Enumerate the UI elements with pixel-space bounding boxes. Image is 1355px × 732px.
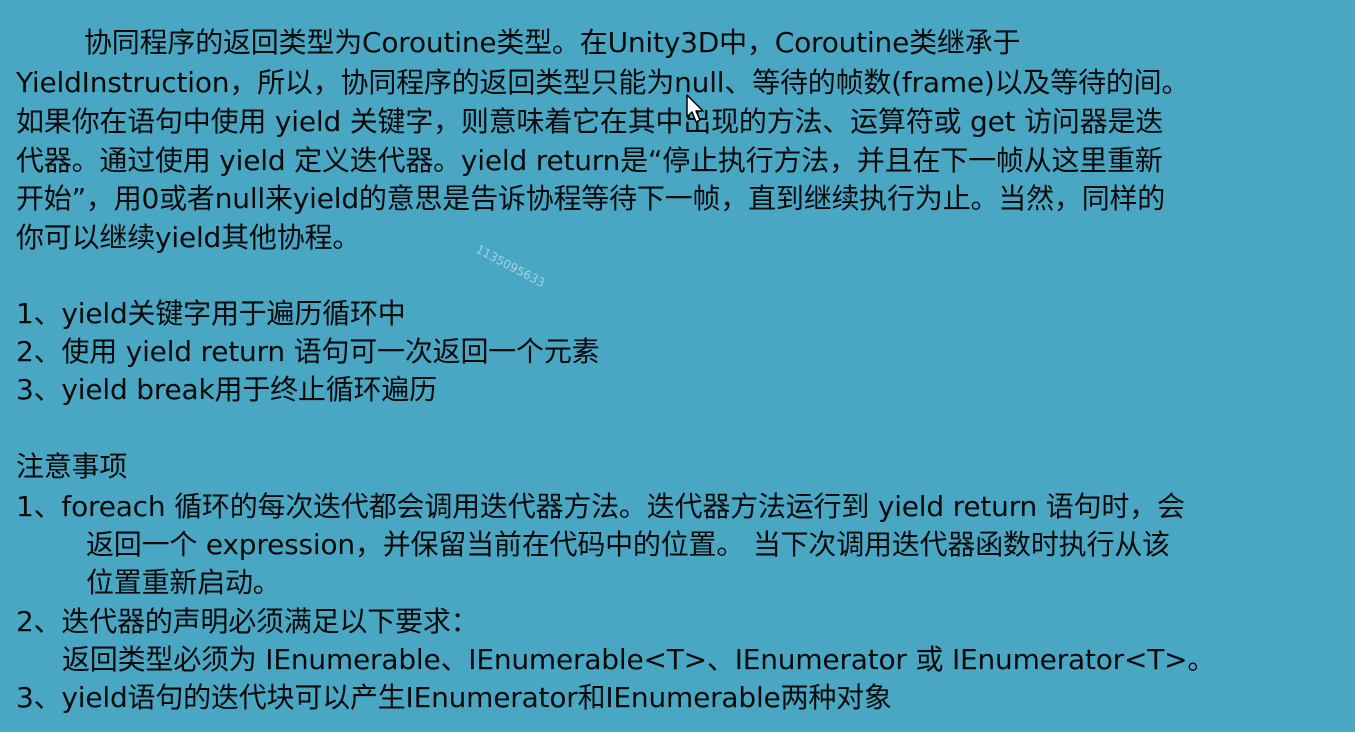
paragraph-line: 开始”，用0或者null来yield的意思是告诉协程等待下一帧，直到继续执行为止…	[16, 182, 1166, 215]
notes-heading: 注意事项	[16, 450, 128, 483]
note-item: 3、yield语句的迭代块可以产生IEnumerator和IEnumerable…	[16, 681, 892, 714]
paragraph-line: 协同程序的返回类型为Coroutine类型。在Unity3D中，Coroutin…	[84, 26, 1021, 59]
note-item: 1、foreach 循环的每次迭代都会调用迭代器方法。迭代器方法运行到 yiel…	[16, 490, 1185, 523]
note-item-continuation: 返回一个 expression，并保留当前在代码中的位置。 当下次调用迭代器函数…	[86, 528, 1170, 561]
paragraph-line: 你可以继续yield其他协程。	[16, 221, 361, 254]
list-item: 2、使用 yield return 语句可一次返回一个元素	[16, 335, 600, 368]
paragraph-line: YieldInstruction，所以，协同程序的返回类型只能为null、等待的…	[16, 66, 1190, 99]
watermark: 1135095633	[473, 242, 548, 291]
paragraph-line: 代器。通过使用 yield 定义迭代器。yield return是“停止执行方法…	[16, 144, 1163, 177]
note-item-continuation: 位置重新启动。	[86, 566, 281, 599]
note-item-sub: 返回类型必须为 IEnumerable、IEnumerable<T>、IEnum…	[62, 643, 1216, 676]
mouse-pointer-icon	[686, 94, 704, 123]
slide: 协同程序的返回类型为Coroutine类型。在Unity3D中，Coroutin…	[0, 0, 1355, 732]
paragraph-line: 如果你在语句中使用 yield 关键字，则意味着它在其中出现的方法、运算符或 g…	[16, 105, 1164, 138]
list-item: 3、yield break用于终止循环遍历	[16, 373, 437, 406]
list-item: 1、yield关键字用于遍历循环中	[16, 297, 406, 330]
note-item: 2、迭代器的声明必须满足以下要求：	[16, 605, 479, 638]
